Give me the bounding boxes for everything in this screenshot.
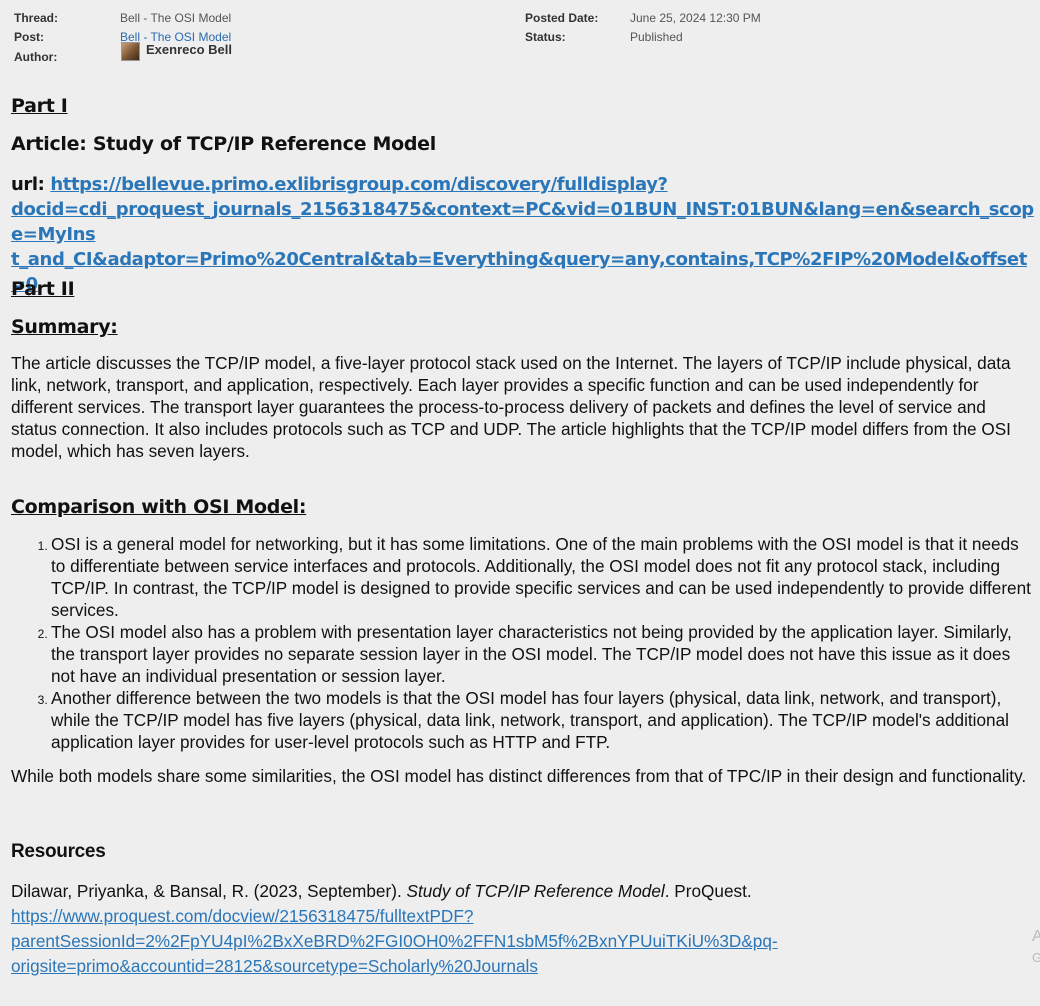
list-item: Another difference between the two model… — [51, 687, 1035, 753]
list-item: OSI is a general model for networking, b… — [51, 533, 1035, 621]
resources-heading: Resources — [11, 841, 106, 862]
post-label: Post: — [14, 30, 44, 44]
part2-heading: Part II — [11, 278, 75, 300]
reference-citation: Dilawar, Priyanka, & Bansal, R. (2023, S… — [11, 879, 1035, 979]
comparison-heading: Comparison with OSI Model: — [11, 496, 307, 518]
edge-text: G — [1032, 950, 1040, 965]
status-label: Status: — [525, 30, 566, 44]
citation-publisher: . ProQuest. — [664, 881, 752, 901]
article-url-link[interactable]: https://bellevue.primo.exlibrisgroup.com… — [11, 174, 1034, 295]
summary-text: The article discusses the TCP/IP model, … — [11, 353, 1011, 461]
thread-value: Bell - The OSI Model — [120, 11, 232, 25]
article-url: url: https://bellevue.primo.exlibrisgrou… — [11, 172, 1039, 297]
comparison-list: OSI is a general model for networking, b… — [11, 533, 1035, 753]
author-avatar[interactable] — [121, 42, 140, 61]
summary-heading: Summary: — [11, 316, 118, 338]
edge-text: A — [1032, 928, 1040, 945]
article-title: Article: Study of TCP/IP Reference Model — [11, 133, 436, 155]
posted-date-label: Posted Date: — [525, 11, 599, 25]
list-item: The OSI model also has a problem with pr… — [51, 621, 1035, 687]
citation-title: Study of TCP/IP Reference Model — [406, 881, 665, 901]
author-name[interactable]: Exenreco Bell — [146, 42, 232, 57]
citation-authors: Dilawar, Priyanka, & Bansal, R. (2023, S… — [11, 881, 407, 901]
citation-link[interactable]: https://www.proquest.com/docview/2156318… — [11, 906, 778, 976]
thread-label: Thread: — [14, 11, 59, 25]
posted-date-value: June 25, 2024 12:30 PM — [630, 11, 761, 25]
author-label: Author: — [14, 50, 58, 64]
url-label: url: — [11, 174, 51, 195]
part1-heading: Part I — [11, 95, 68, 117]
post-metadata: Thread: Bell - The OSI Model Post: Bell … — [0, 9, 1040, 71]
conclusion-text: While both models share some similaritie… — [11, 766, 1027, 786]
status-value: Published — [630, 30, 683, 44]
